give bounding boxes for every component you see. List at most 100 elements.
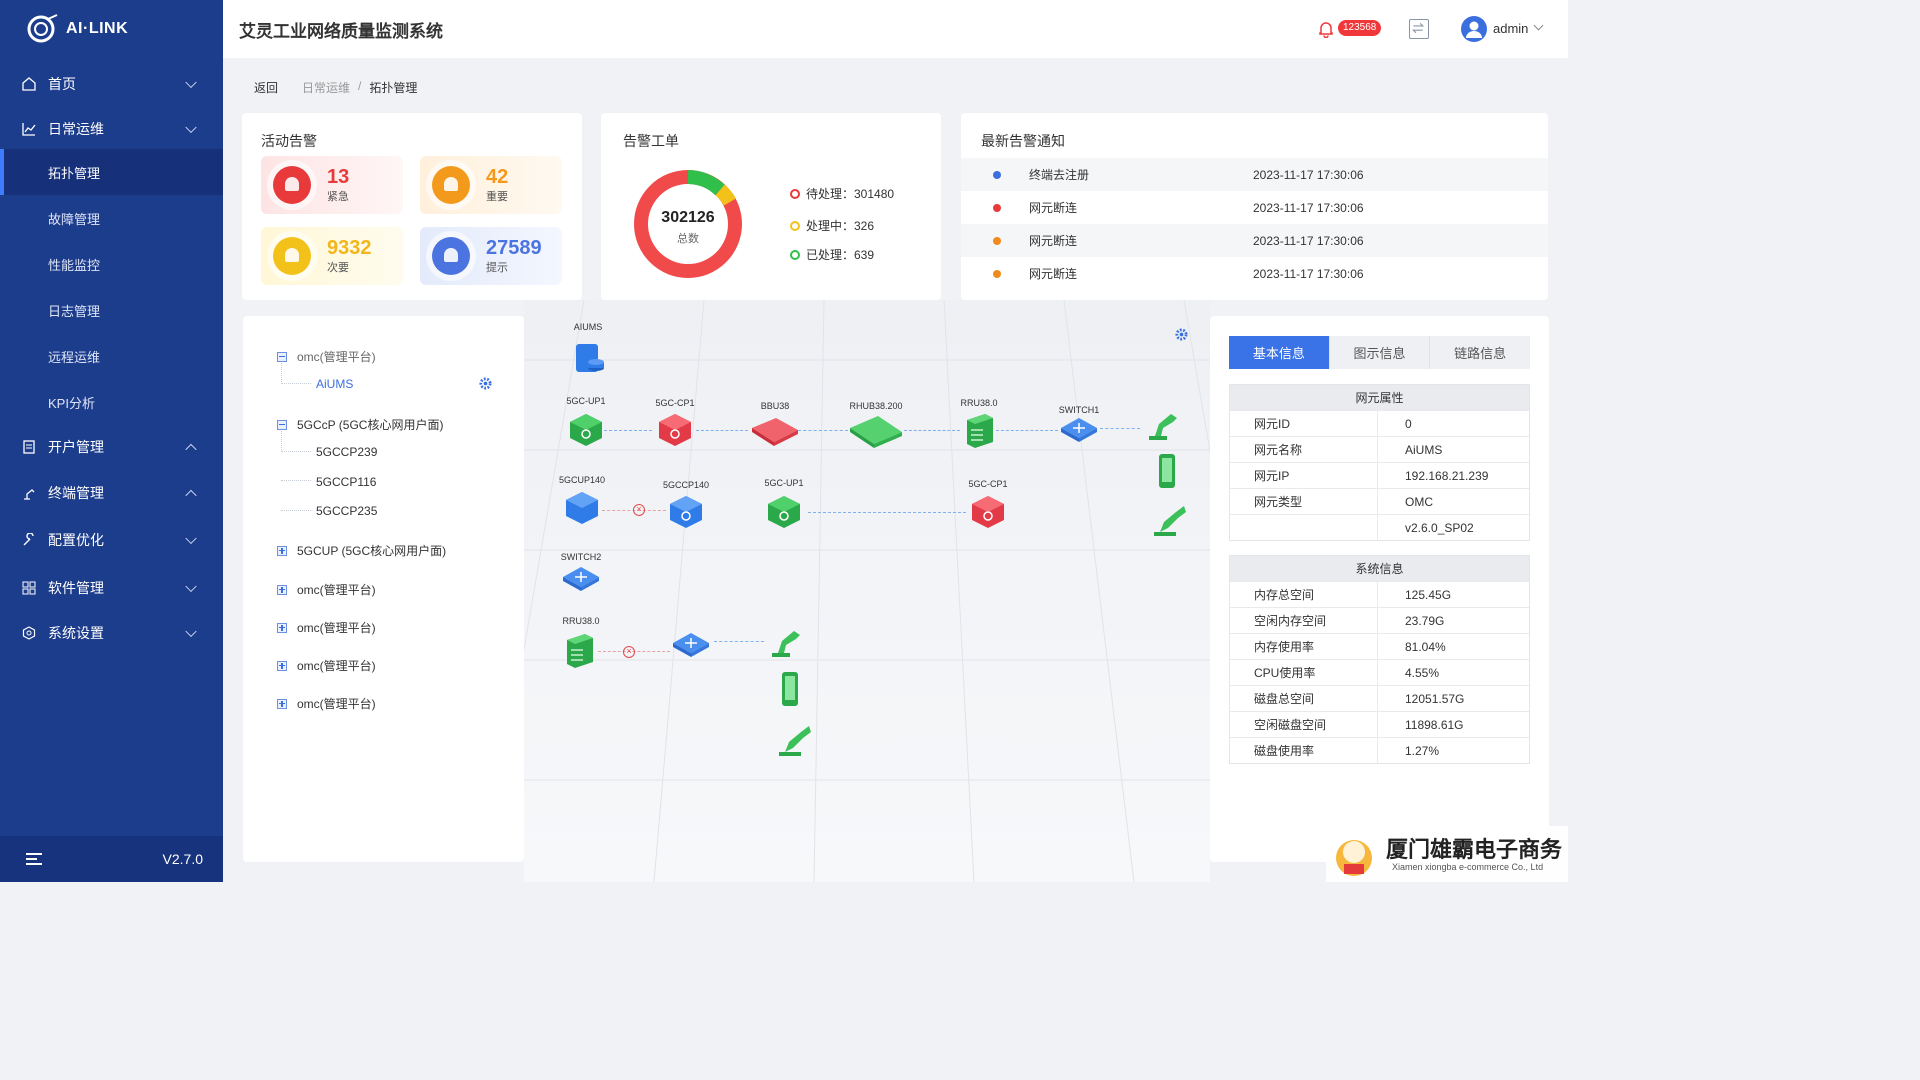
back-link[interactable]: 返回	[254, 79, 278, 96]
alarm-minor[interactable]: 9332 次要	[261, 227, 403, 285]
nav-account-label: 开户管理	[48, 439, 104, 455]
tree-node[interactable]: 5GCUP (5GC核心网用户面)	[277, 542, 446, 559]
notice-row[interactable]: 终端去注册 2023-11-17 17:30:06	[961, 158, 1548, 191]
blue-switch-icon[interactable]	[561, 557, 601, 597]
nav-software[interactable]: 软件管理	[0, 566, 223, 610]
alarm-hint[interactable]: 27589 提示	[420, 227, 562, 285]
row-key	[1230, 515, 1378, 540]
sub-performance[interactable]: 性能监控	[0, 241, 223, 287]
red-bbu-icon[interactable]	[750, 410, 800, 450]
server-database-icon[interactable]	[568, 338, 608, 378]
tab-basic-info[interactable]: 基本信息	[1229, 336, 1330, 369]
tree-node[interactable]: omc(管理平台)	[277, 657, 376, 674]
topology-settings-gear-icon[interactable]	[1175, 328, 1188, 341]
tree-node[interactable]: 5GCCP116	[316, 475, 376, 489]
legend-done-label: 已处理：639	[806, 248, 875, 262]
nav-system[interactable]: 系统设置	[0, 611, 223, 655]
tree-collapse-icon[interactable]	[277, 351, 287, 362]
red-router-icon[interactable]	[655, 410, 695, 450]
work-orders-total-label: 总数	[677, 233, 699, 245]
sub-topology[interactable]: 拓扑管理	[0, 149, 223, 195]
tree-expand-icon[interactable]	[277, 545, 287, 556]
green-rru-icon[interactable]	[959, 410, 999, 450]
tree-connector	[281, 481, 311, 511]
red-router-icon[interactable]	[968, 492, 1008, 532]
green-router-icon[interactable]	[566, 410, 606, 450]
blue-switch-icon[interactable]	[1059, 408, 1099, 448]
row-key: CPU使用率	[1230, 660, 1378, 685]
swap-icon[interactable]	[1409, 19, 1429, 39]
sub-kpi[interactable]: KPI分析	[0, 379, 223, 425]
green-rru-icon[interactable]	[559, 630, 599, 670]
nav-home[interactable]: 首页	[0, 62, 223, 106]
notice-row[interactable]: 网元断连 2023-11-17 17:30:06	[961, 191, 1548, 224]
robot-arm-icon[interactable]	[766, 619, 806, 659]
link-error-icon[interactable]: ×	[623, 646, 635, 658]
tab-diagram-info[interactable]: 图示信息	[1329, 336, 1431, 369]
tree-node-selected[interactable]: AiUMS	[316, 377, 353, 391]
link-error-icon[interactable]: ×	[633, 504, 645, 516]
phone-terminal-icon[interactable]	[770, 670, 810, 710]
topology-link	[904, 430, 960, 431]
avatar[interactable]	[1461, 16, 1487, 42]
tree-node[interactable]: 5GCCP235	[316, 504, 377, 518]
tree-expand-icon[interactable]	[277, 584, 287, 595]
phone-terminal-icon[interactable]	[1147, 452, 1187, 492]
robot-arm-icon[interactable]	[1143, 402, 1183, 442]
row-key: 空闲磁盘空间	[1230, 712, 1378, 737]
notice-row[interactable]: 网元断连 2023-11-17 17:30:06	[961, 224, 1548, 257]
bell-icon[interactable]	[1317, 20, 1335, 38]
mascot-logo-icon	[1336, 840, 1372, 876]
donut-processing-segment	[715, 184, 737, 206]
nav-daily-ops-label: 日常运维	[48, 121, 104, 137]
sub-log[interactable]: 日志管理	[0, 287, 223, 333]
notice-row[interactable]: 网元断连 2023-11-17 17:30:06	[961, 257, 1548, 290]
version: V2.7.0	[162, 851, 203, 867]
document-icon	[23, 440, 35, 454]
collapse-menu-icon[interactable]	[26, 853, 42, 865]
tab-link-info[interactable]: 链路信息	[1430, 336, 1531, 369]
blue-router-icon[interactable]	[562, 488, 602, 528]
robot-arm-icon[interactable]	[1150, 498, 1190, 538]
blue-router-icon[interactable]	[666, 492, 706, 532]
sub-fault[interactable]: 故障管理	[0, 195, 223, 241]
nav-account[interactable]: 开户管理	[0, 425, 223, 469]
chevron-up-icon	[185, 443, 197, 456]
breadcrumb-parent[interactable]: 日常运维	[302, 79, 350, 96]
topology-link	[1100, 428, 1140, 429]
row-value: 125.45G	[1405, 587, 1452, 602]
robot-arm-icon[interactable]	[775, 718, 815, 758]
alarm-major[interactable]: 42 重要	[420, 156, 562, 214]
username[interactable]: admin	[1493, 21, 1528, 36]
tree-node[interactable]: omc(管理平台)	[277, 619, 376, 636]
siren-minor-icon	[273, 237, 311, 275]
tree-node[interactable]: 5GCCP239	[316, 445, 377, 459]
alarm-critical[interactable]: 13 紧急	[261, 156, 403, 214]
tree-node-label: omc(管理平台)	[297, 697, 376, 711]
tree-node[interactable]: omc(管理平台)	[277, 695, 376, 712]
tree-node[interactable]: omc(管理平台)	[277, 348, 376, 365]
tree-expand-icon[interactable]	[277, 622, 287, 633]
topology-canvas[interactable]	[524, 300, 1210, 882]
green-router-icon[interactable]	[764, 492, 804, 532]
tree-expand-icon[interactable]	[277, 698, 287, 709]
node-settings-gear-icon[interactable]	[479, 377, 492, 390]
nav-config[interactable]: 配置优化	[0, 518, 223, 562]
tree-node[interactable]: 5GCcP (5GC核心网用户面)	[277, 416, 443, 433]
sub-kpi-label: KPI分析	[48, 395, 95, 411]
tree-collapse-icon[interactable]	[277, 419, 287, 430]
tree-node[interactable]: omc(管理平台)	[277, 581, 376, 598]
tree-expand-icon[interactable]	[277, 660, 287, 671]
topo-label: 5GCUP140	[558, 475, 606, 485]
chevron-down-icon	[185, 625, 197, 638]
nav-daily-ops[interactable]: 日常运维	[0, 107, 223, 151]
blue-switch-icon[interactable]	[671, 623, 711, 663]
green-rhub-icon[interactable]	[848, 410, 904, 450]
nav-terminal[interactable]: 终端管理	[0, 471, 223, 515]
notification-badge[interactable]: 123568	[1338, 20, 1382, 36]
sub-remote[interactable]: 远程运维	[0, 333, 223, 379]
notice-time: 2023-11-17 17:30:06	[1253, 200, 1364, 215]
chevron-down-icon[interactable]	[1533, 20, 1544, 31]
tree-node-label: 5GCcP (5GC核心网用户面)	[297, 418, 444, 432]
row-value: AiUMS	[1405, 442, 1443, 457]
